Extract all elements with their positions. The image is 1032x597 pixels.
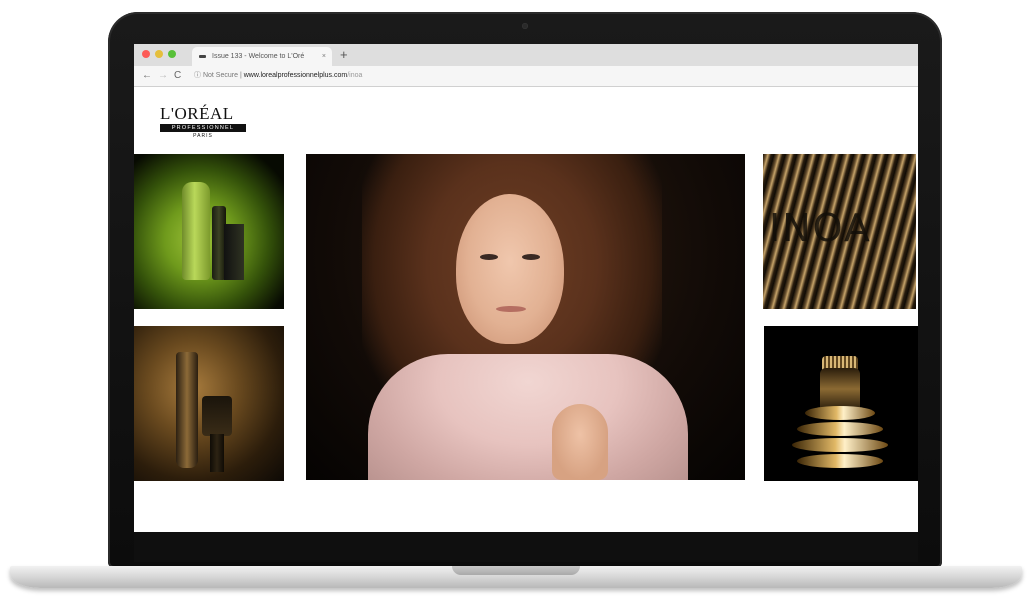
gold-swirl-ring <box>797 422 883 436</box>
brush-body-image <box>820 368 860 410</box>
hero-portrait-image[interactable] <box>306 154 745 480</box>
web-page: L'ORÉAL PROFESSIONNEL PARIS INOA <box>134 87 918 532</box>
window-controls <box>142 50 176 58</box>
screen-bottom-bezel <box>134 532 918 562</box>
url-field[interactable]: ⓘ Not Secure | www.lorealprofessionnelpl… <box>194 69 910 83</box>
hero-lips <box>496 306 526 312</box>
webcam <box>522 23 528 29</box>
security-label: Not Secure <box>202 72 238 79</box>
forward-arrow-icon[interactable]: → <box>158 69 168 83</box>
laptop-screen: Issue 133 - Welcome to L'Oré × + ← → C ⓘ… <box>134 44 918 532</box>
loreal-logo[interactable]: L'ORÉAL PROFESSIONNEL PARIS <box>160 105 250 139</box>
product-box-image <box>224 224 244 280</box>
favicon-icon <box>199 55 206 58</box>
hero-shirt <box>368 354 688 480</box>
new-tab-button[interactable]: + <box>340 46 348 64</box>
brush-head-image <box>202 396 232 436</box>
logo-paris: PARIS <box>193 133 213 139</box>
browser-tab-bar: Issue 133 - Welcome to L'Oré × + <box>134 44 918 67</box>
minimize-window-button[interactable] <box>155 50 163 58</box>
url-separator: | <box>239 72 242 79</box>
brush-tile[interactable] <box>764 326 918 481</box>
inoa-tile[interactable]: INOA <box>763 154 916 309</box>
hero-hand <box>552 404 608 480</box>
gold-swirl-ring <box>797 454 883 468</box>
browser-address-bar: ← → C ⓘ Not Secure | www.lorealprofessio… <box>134 66 918 87</box>
product-tile-gold[interactable] <box>134 326 284 481</box>
browser-tab[interactable]: Issue 133 - Welcome to L'Oré × <box>192 47 332 66</box>
hero-left-eye <box>480 254 498 260</box>
gold-swirl-ring <box>792 438 888 452</box>
hero-right-eye <box>522 254 540 260</box>
reload-icon[interactable]: C <box>174 69 181 83</box>
info-icon[interactable]: ⓘ <box>194 72 201 79</box>
url-host: www.lorealprofessionnelplus.com <box>243 72 348 79</box>
tab-close-icon[interactable]: × <box>322 47 326 66</box>
hero-face <box>456 194 564 344</box>
brush-handle-image <box>210 434 224 472</box>
logo-subtitle: PROFESSIONNEL <box>160 124 246 132</box>
zoom-window-button[interactable] <box>168 50 176 58</box>
gold-tube-image <box>176 352 198 468</box>
product-tile-green[interactable] <box>134 154 284 309</box>
developer-bottle-image <box>182 182 210 280</box>
tab-title: Issue 133 - Welcome to L'Oré <box>212 53 305 60</box>
close-window-button[interactable] <box>142 50 150 58</box>
logo-wordmark: L'ORÉAL <box>160 104 234 123</box>
back-arrow-icon[interactable]: ← <box>142 69 152 83</box>
url-path: /inoa <box>347 72 363 79</box>
inoa-wordmark: INOA <box>769 206 872 250</box>
gold-swirl-ring <box>805 406 875 420</box>
laptop-notch <box>452 566 580 575</box>
